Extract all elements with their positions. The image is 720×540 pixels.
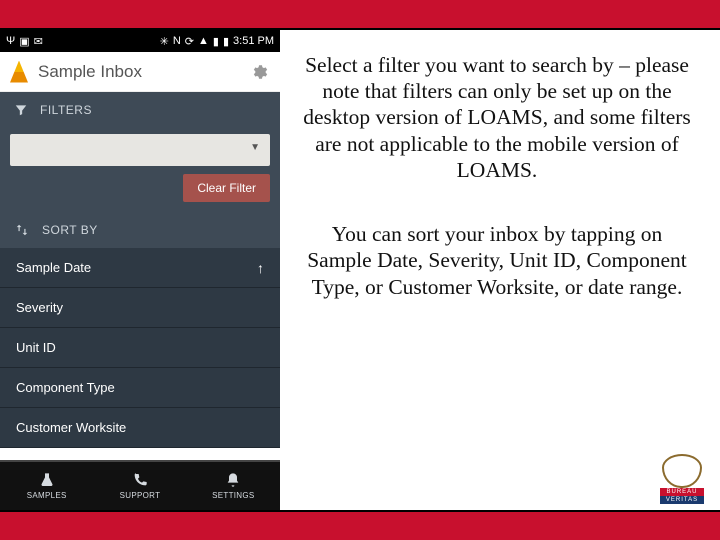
filters-header: FILTERS: [0, 92, 280, 128]
signal-icon: ▮: [213, 35, 219, 48]
sort-item-component-type[interactable]: Component Type: [0, 368, 280, 408]
sim-icon: ▣: [19, 35, 29, 48]
sync-icon: ⟳: [185, 35, 194, 48]
wifi-icon: ▲: [198, 35, 209, 47]
top-red-bar: [0, 0, 720, 28]
sort-item-label: Severity: [16, 300, 63, 315]
bv-shield-icon: [662, 454, 702, 488]
sortby-label: SORT BY: [42, 223, 98, 237]
sort-item-customer-worksite[interactable]: Customer Worksite: [0, 408, 280, 448]
nav-samples[interactable]: SAMPLES: [0, 462, 93, 510]
battery-icon: ▮: [223, 35, 229, 48]
nfc-icon: N: [173, 35, 181, 47]
phone-screenshot: Ψ ▣ ✉ ✳ N ⟳ ▲ ▮ ▮ 3:51 PM Sample Inbox: [0, 30, 280, 510]
settings-button[interactable]: [248, 61, 270, 83]
psi-icon: Ψ: [6, 35, 15, 47]
instruction-paragraph-1: Select a filter you want to search by – …: [302, 52, 692, 183]
funnel-icon: [14, 103, 28, 117]
filters-label: FILTERS: [40, 103, 92, 117]
sortby-header: SORT BY: [0, 212, 280, 248]
gear-icon: [250, 63, 268, 81]
nav-label: SAMPLES: [27, 491, 67, 500]
sort-item-severity[interactable]: Severity: [0, 288, 280, 328]
bottom-nav: SAMPLES SUPPORT SETTINGS: [0, 460, 280, 510]
sort-item-unit-id[interactable]: Unit ID: [0, 328, 280, 368]
bottom-red-bar: [0, 512, 720, 540]
clear-filter-button[interactable]: Clear Filter: [183, 174, 270, 202]
instruction-paragraph-2: You can sort your inbox by tapping on Sa…: [302, 221, 692, 300]
bell-icon: [224, 472, 242, 488]
slide-content: Ψ ▣ ✉ ✳ N ⟳ ▲ ▮ ▮ 3:51 PM Sample Inbox: [0, 30, 720, 510]
vibrate-icon: ✳: [160, 35, 169, 48]
sort-item-label: Sample Date: [16, 260, 91, 275]
phone-icon: [131, 472, 149, 488]
flask-icon: [38, 472, 56, 488]
bv-line2: VERITAS: [660, 496, 704, 504]
sort-item-sample-date[interactable]: Sample Date ↑: [0, 248, 280, 288]
sort-item-label: Unit ID: [16, 340, 56, 355]
bv-text-bars: BUREAU VERITAS: [660, 488, 704, 504]
app-header: Sample Inbox: [0, 52, 280, 92]
sort-arrows-icon: [14, 223, 30, 237]
arrow-up-icon: ↑: [257, 260, 264, 276]
bv-line1: BUREAU: [660, 488, 704, 496]
clock-text: 3:51 PM: [233, 35, 274, 47]
sort-item-label: Component Type: [16, 380, 115, 395]
sort-list: Sample Date ↑ Severity Unit ID Component…: [0, 248, 280, 448]
sort-item-label: Customer Worksite: [16, 420, 126, 435]
filter-dropdown[interactable]: [10, 134, 270, 166]
nav-label: SUPPORT: [120, 491, 161, 500]
nav-label: SETTINGS: [212, 491, 254, 500]
instruction-text-column: Select a filter you want to search by – …: [280, 30, 720, 510]
bureau-veritas-logo: BUREAU VERITAS: [660, 454, 704, 506]
nav-support[interactable]: SUPPORT: [93, 462, 186, 510]
app-title: Sample Inbox: [38, 62, 238, 82]
filter-area: Clear Filter: [0, 128, 280, 212]
nav-settings[interactable]: SETTINGS: [187, 462, 280, 510]
status-right-icons: ✳ N ⟳ ▲ ▮ ▮ 3:51 PM: [160, 35, 274, 48]
android-status-bar: Ψ ▣ ✉ ✳ N ⟳ ▲ ▮ ▮ 3:51 PM: [0, 30, 280, 52]
chat-icon: ✉: [34, 35, 43, 48]
status-left-icons: Ψ ▣ ✉: [6, 35, 43, 48]
app-logo-icon: [10, 61, 28, 83]
